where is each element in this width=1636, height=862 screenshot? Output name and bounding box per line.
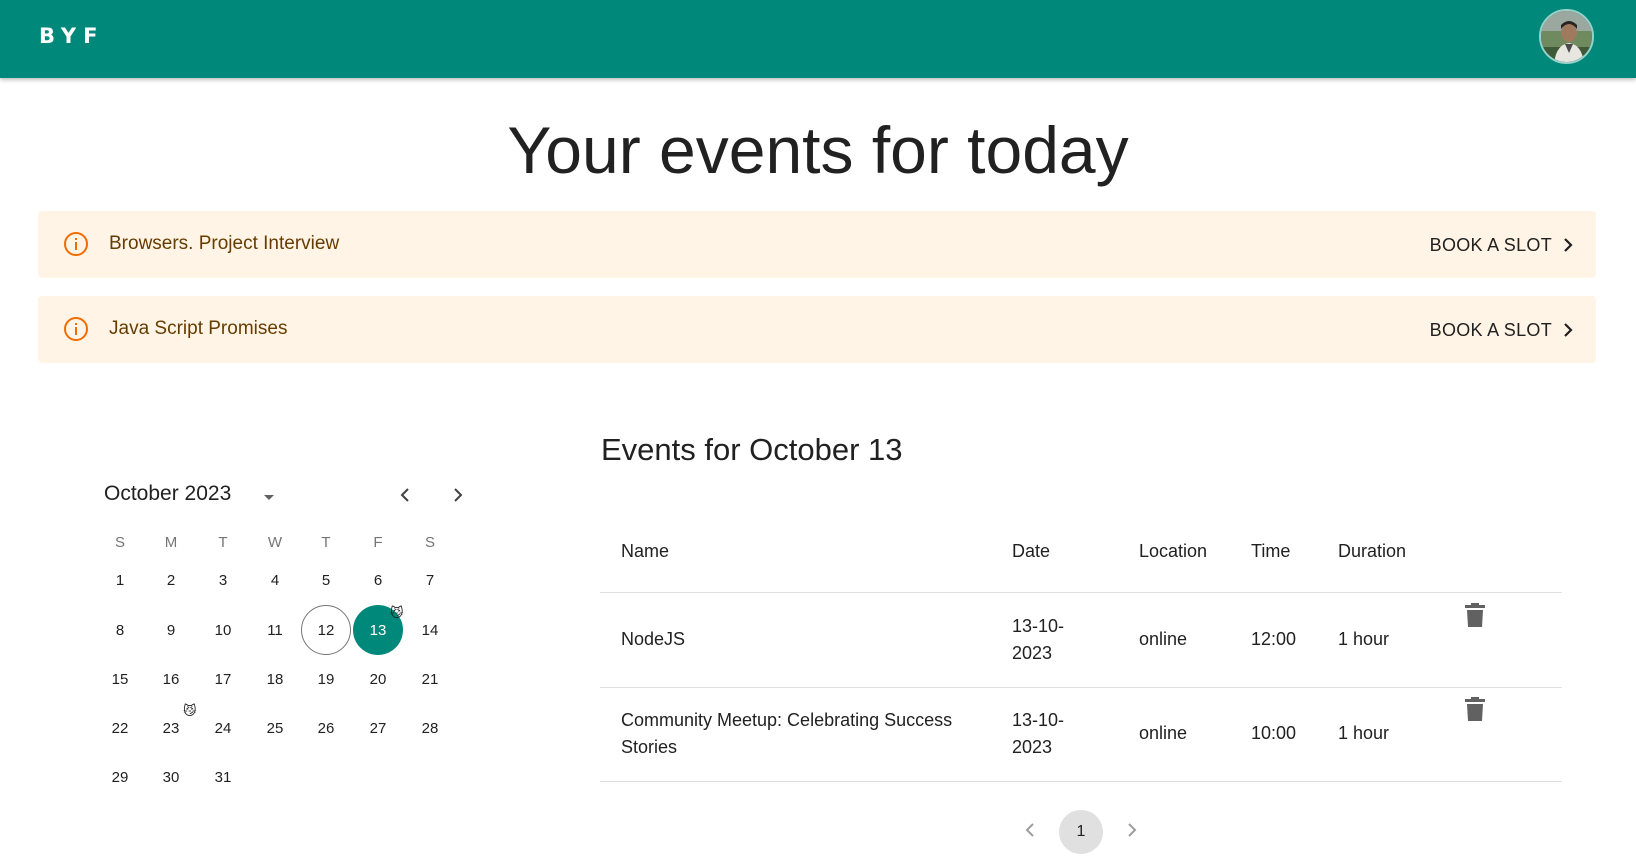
event-alert: Java Script Promises BOOK A SLOT <box>38 296 1596 363</box>
avatar-image <box>1541 11 1592 62</box>
event-date-line: 2023 <box>1012 737 1053 757</box>
calendar-day-27[interactable]: 27 <box>353 703 403 753</box>
event-date-line: 13-10- <box>1012 710 1065 730</box>
calendar-day-30[interactable]: 30 <box>146 752 196 802</box>
book-slot-label: BOOK A SLOT <box>1429 234 1552 255</box>
calendar-day-11[interactable]: 11 <box>250 605 300 655</box>
previous-month-button[interactable] <box>394 484 416 506</box>
event-name: NodeJS <box>621 629 686 649</box>
calendar-day-5[interactable]: 5 <box>301 555 351 605</box>
event-location: online <box>1139 723 1188 743</box>
app-logo[interactable]: BYF <box>39 24 104 48</box>
column-header-date: Date <box>1012 541 1051 561</box>
caret-down-icon[interactable] <box>258 486 280 508</box>
calendar-day-6[interactable]: 6 <box>353 555 403 605</box>
calendar-day-17[interactable]: 17 <box>198 654 248 704</box>
calendar-day-24[interactable]: 24 <box>198 703 248 753</box>
user-avatar[interactable] <box>1539 9 1594 64</box>
calendar-month-label[interactable]: October 2023 <box>104 482 231 506</box>
event-name-line: Stories <box>621 737 678 757</box>
calendar-day-18[interactable]: 18 <box>250 654 300 704</box>
event-duration: 1 hour <box>1338 723 1390 743</box>
event-duration: 1 hour <box>1338 629 1390 649</box>
calendar-day-21[interactable]: 21 <box>405 654 455 704</box>
book-slot-button[interactable]: BOOK A SLOT <box>1430 231 1576 259</box>
calendar-day-22[interactable]: 22 <box>95 703 145 753</box>
book-slot-label: BOOK A SLOT <box>1429 319 1552 340</box>
next-month-button[interactable] <box>447 484 469 506</box>
calendar-day-29[interactable]: 29 <box>95 752 145 802</box>
info-icon <box>64 317 88 341</box>
weekday-label: S <box>114 534 125 551</box>
alert-text: Java Script Promises <box>109 318 288 339</box>
book-slot-button[interactable]: BOOK A SLOT <box>1430 316 1576 344</box>
column-header-duration: Duration <box>1338 541 1407 561</box>
page-title: Your events for today <box>507 113 1129 187</box>
calendar-day-25[interactable]: 25 <box>250 703 300 753</box>
calendar-day-14[interactable]: 14 <box>405 605 455 655</box>
previous-page-button[interactable] <box>1020 820 1040 840</box>
weekday-label: M <box>164 534 178 551</box>
divider <box>600 592 1562 593</box>
event-badge-icon: 😼 <box>390 605 404 620</box>
calendar-day-9[interactable]: 9 <box>146 605 196 655</box>
calendar-day-2[interactable]: 2 <box>146 555 196 605</box>
calendar-day-28[interactable]: 28 <box>405 703 455 753</box>
next-page-button[interactable] <box>1122 820 1142 840</box>
alert-text: Browsers. Project Interview <box>109 233 340 254</box>
info-icon <box>64 232 88 256</box>
divider <box>600 687 1562 688</box>
calendar-day-12[interactable]: 12 <box>301 605 351 655</box>
calendar-day-16[interactable]: 16 <box>146 654 196 704</box>
events-heading: Events for October 13 <box>601 432 903 467</box>
event-date-line: 13-10- <box>1012 616 1065 636</box>
column-header-time: Time <box>1251 541 1291 561</box>
app-bar: BYF <box>0 0 1636 78</box>
weekday-label: W <box>267 534 283 551</box>
divider <box>600 781 1562 782</box>
calendar-day-7[interactable]: 7 <box>405 555 455 605</box>
delete-icon[interactable] <box>1464 602 1486 628</box>
calendar-day-1[interactable]: 1 <box>95 555 145 605</box>
event-badge-icon: 😼 <box>183 703 197 718</box>
chevron-right-icon <box>1564 238 1573 252</box>
delete-icon[interactable] <box>1464 696 1486 722</box>
event-location: online <box>1139 629 1188 649</box>
chevron-right-icon <box>1564 323 1573 337</box>
calendar-day-4[interactable]: 4 <box>250 555 300 605</box>
calendar-day-15[interactable]: 15 <box>95 654 145 704</box>
column-header-location: Location <box>1139 541 1208 561</box>
page-1-button[interactable]: 1 <box>1059 810 1103 854</box>
weekday-label: T <box>218 534 228 551</box>
calendar-day-19[interactable]: 19 <box>301 654 351 704</box>
weekday-label: F <box>373 534 383 551</box>
calendar-day-10[interactable]: 10 <box>198 605 248 655</box>
calendar-day-31[interactable]: 31 <box>198 752 248 802</box>
event-name: Community Meetup: Celebrating Success St… <box>621 707 952 761</box>
event-name-line: Community Meetup: Celebrating Success <box>621 710 953 730</box>
calendar-day-26[interactable]: 26 <box>301 703 351 753</box>
weekday-label: T <box>321 534 331 551</box>
event-date: 13-10- 2023 <box>1012 707 1064 761</box>
weekday-label: S <box>424 534 435 551</box>
calendar-day-3[interactable]: 3 <box>198 555 248 605</box>
column-header-name: Name <box>621 541 670 561</box>
event-date-line: 2023 <box>1012 643 1053 663</box>
event-alert: Browsers. Project Interview BOOK A SLOT <box>38 211 1596 278</box>
event-time: 10:00 <box>1251 723 1297 743</box>
calendar-day-20[interactable]: 20 <box>353 654 403 704</box>
event-time: 12:00 <box>1251 629 1297 649</box>
event-date: 13-10- 2023 <box>1012 613 1064 667</box>
calendar-day-8[interactable]: 8 <box>95 605 145 655</box>
